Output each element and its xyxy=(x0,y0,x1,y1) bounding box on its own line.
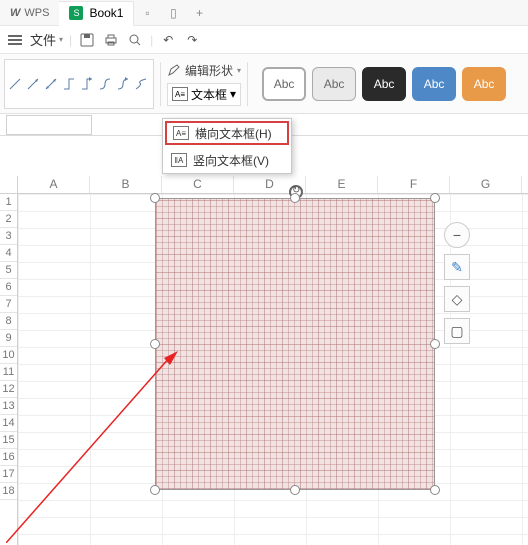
col-header[interactable]: B xyxy=(90,176,162,193)
row-header[interactable]: 15 xyxy=(0,432,17,449)
textbox-icon: A≡ xyxy=(172,87,188,101)
row-header[interactable]: 4 xyxy=(0,245,17,262)
redo-button[interactable]: ↷ xyxy=(183,31,201,49)
name-box[interactable] xyxy=(6,115,92,135)
column-headers: A B C D E F G xyxy=(18,176,528,194)
titlebar: W WPS S Book1 ▫ ▯ + xyxy=(0,0,528,26)
document-tab[interactable]: S Book1 xyxy=(59,1,134,26)
row-header[interactable]: 13 xyxy=(0,398,17,415)
hamburger-icon[interactable] xyxy=(6,33,24,47)
pencil-tool-icon[interactable]: ✎ xyxy=(444,254,470,280)
resize-handle[interactable] xyxy=(430,339,440,349)
row-header[interactable]: 6 xyxy=(0,279,17,296)
row-header[interactable]: 17 xyxy=(0,466,17,483)
row-header[interactable]: 3 xyxy=(0,228,17,245)
row-header[interactable]: 16 xyxy=(0,449,17,466)
menu-item-label: 横向文本框(H) xyxy=(195,125,272,142)
minus-circle-icon[interactable]: − xyxy=(444,222,470,248)
print-icon[interactable] xyxy=(102,31,120,49)
style-swatch-3[interactable]: Abc xyxy=(362,67,406,101)
wps-w-icon: W xyxy=(10,7,20,19)
col-header[interactable]: A xyxy=(18,176,90,193)
separator xyxy=(247,62,248,106)
style-swatch-2[interactable]: Abc xyxy=(312,67,356,101)
edit-shape-button[interactable]: 编辑形状 ▾ xyxy=(167,62,241,79)
ribbon-toolbar: 编辑形状 ▾ A≡ 文本框 ▾ Abc Abc Abc Abc Abc xyxy=(0,54,528,114)
save-icon[interactable] xyxy=(78,31,96,49)
style-swatch-1[interactable]: Abc xyxy=(262,67,306,101)
col-header[interactable]: F xyxy=(378,176,450,193)
row-header[interactable]: 10 xyxy=(0,347,17,364)
resize-handle[interactable] xyxy=(150,485,160,495)
fill-tool-icon[interactable]: ◇ xyxy=(444,286,470,312)
horizontal-textbox-item[interactable]: A≡ 横向文本框(H) xyxy=(165,121,289,145)
row-header[interactable]: 2 xyxy=(0,211,17,228)
row-headers: 1 2 3 4 5 6 7 8 9 10 11 12 13 14 15 16 1… xyxy=(0,194,18,545)
row-header[interactable]: 7 xyxy=(0,296,17,313)
ribbon-left xyxy=(4,57,154,110)
row-header[interactable]: 9 xyxy=(0,330,17,347)
document-tab-label: Book1 xyxy=(89,6,123,20)
vertical-textbox-icon: ‖A xyxy=(171,153,187,167)
file-menu-label: 文件 xyxy=(30,30,56,49)
vertical-textbox-item[interactable]: ‖A 竖向文本框(V) xyxy=(163,147,291,173)
textbox-button[interactable]: A≡ 文本框 ▾ xyxy=(167,83,241,106)
style-swatch-5[interactable]: Abc xyxy=(462,67,506,101)
tab-expand-icon[interactable]: ▫ xyxy=(134,6,160,20)
preview-icon[interactable] xyxy=(126,31,144,49)
resize-handle[interactable] xyxy=(290,485,300,495)
undo-button[interactable]: ↶ xyxy=(159,31,177,49)
textbox-dropdown: A≡ 横向文本框(H) ‖A 竖向文本框(V) xyxy=(162,118,292,174)
col-header[interactable]: E xyxy=(306,176,378,193)
app-logo: W WPS xyxy=(0,7,59,19)
resize-handle[interactable] xyxy=(430,193,440,203)
selected-shape[interactable] xyxy=(155,198,435,490)
select-all-corner[interactable] xyxy=(0,176,18,194)
app-name: WPS xyxy=(24,7,49,19)
horizontal-textbox-icon: A≡ xyxy=(173,126,189,140)
col-header[interactable]: C xyxy=(162,176,234,193)
shape-lines-gallery[interactable] xyxy=(4,59,154,109)
row-header[interactable]: 8 xyxy=(0,313,17,330)
menubar: 文件 ▾ | | ↶ ↷ xyxy=(0,26,528,54)
row-header[interactable]: 11 xyxy=(0,364,17,381)
chevron-down-icon: ▾ xyxy=(59,35,63,44)
resize-handle[interactable] xyxy=(290,193,300,203)
style-swatch-4[interactable]: Abc xyxy=(412,67,456,101)
file-menu[interactable]: 文件 ▾ xyxy=(30,30,63,49)
col-header[interactable]: G xyxy=(450,176,522,193)
style-swatches: Abc Abc Abc Abc Abc xyxy=(262,67,506,101)
resize-handle[interactable] xyxy=(150,193,160,203)
floating-tools: − ✎ ◇ ▢ xyxy=(444,222,470,344)
resize-handle[interactable] xyxy=(430,485,440,495)
row-header[interactable]: 12 xyxy=(0,381,17,398)
chevron-down-icon: ▾ xyxy=(230,87,236,101)
resize-handle[interactable] xyxy=(150,339,160,349)
chevron-down-icon: ▾ xyxy=(237,66,241,75)
row-header[interactable]: 1 xyxy=(0,194,17,211)
tab-split-icon[interactable]: ▯ xyxy=(160,6,186,20)
menu-item-label: 竖向文本框(V) xyxy=(193,152,269,169)
row-header[interactable]: 5 xyxy=(0,262,17,279)
textbox-label: 文本框 xyxy=(191,86,227,103)
separator xyxy=(160,62,161,106)
edit-shape-label: 编辑形状 xyxy=(185,62,233,79)
sheet-doc-icon: S xyxy=(69,6,83,20)
outline-tool-icon[interactable]: ▢ xyxy=(444,318,470,344)
row-header[interactable]: 14 xyxy=(0,415,17,432)
new-tab-button[interactable]: + xyxy=(186,6,212,20)
row-header[interactable]: 18 xyxy=(0,483,17,500)
